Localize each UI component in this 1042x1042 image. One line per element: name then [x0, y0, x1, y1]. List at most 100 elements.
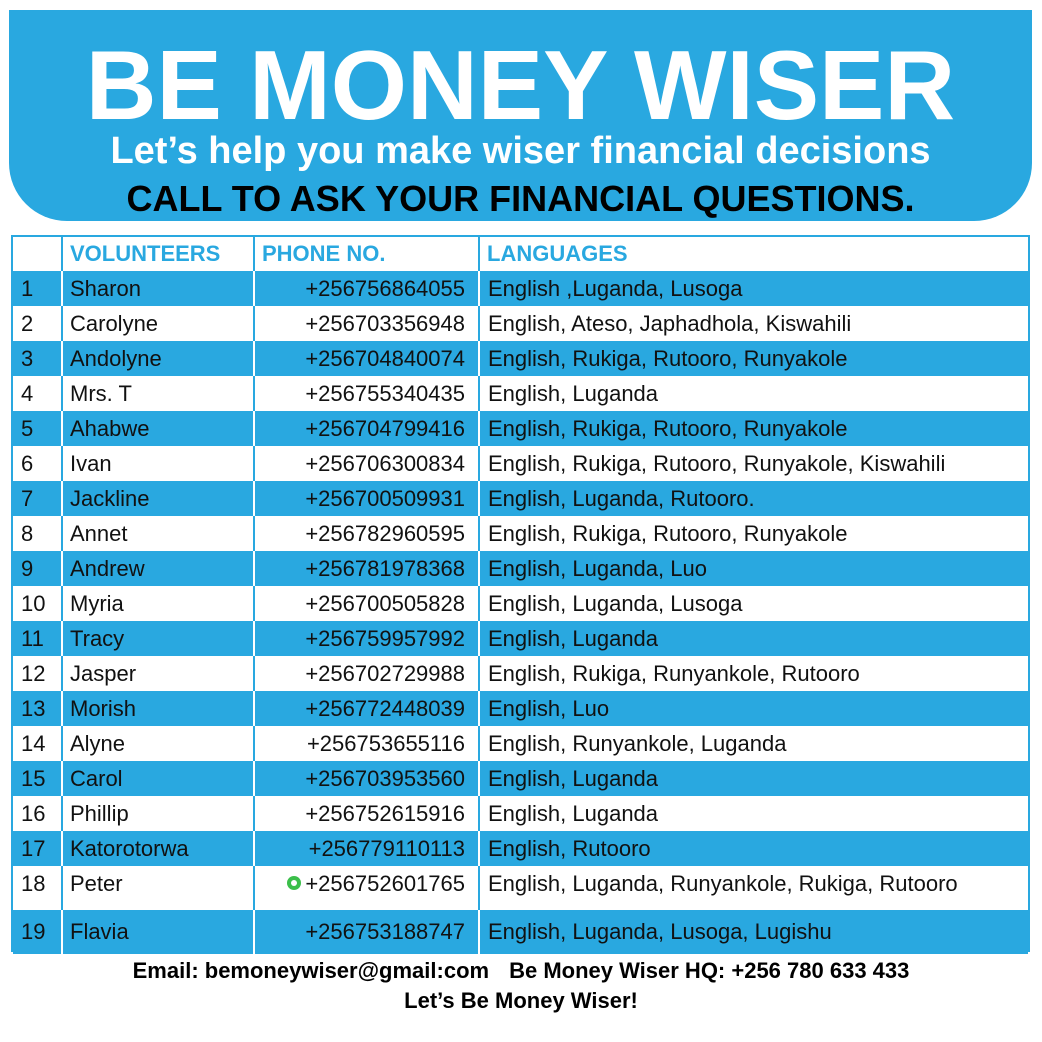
- footer-email[interactable]: Email: bemoneywiser@gmail:com: [133, 958, 489, 983]
- languages-cell: English, Luganda, Rutooro.: [479, 481, 1028, 516]
- phone-number[interactable]: +256702729988: [254, 656, 480, 691]
- table-row: 1 Sharon +256756864055 English ,Luganda, Lu…: [13, 271, 1028, 306]
- phone-number-text: +256706300834: [305, 450, 465, 476]
- volunteer-name-text: Carol: [70, 765, 123, 791]
- table-row: 5 Ahabwe +256704799416 English, Rukiga, Rut…: [13, 411, 1028, 446]
- table-row: 6 Ivan +256706300834 English, Rukiga, Rutoo…: [13, 446, 1028, 481]
- languages-cell: English, Luganda, Lusoga: [479, 586, 1028, 621]
- languages-cell-text: English, Rukiga, Rutooro, Runyakole: [488, 345, 848, 371]
- table-row: 16 Phillip +256752615916 English, Luganda: [13, 796, 1028, 831]
- volunteer-name-text: Andrew: [70, 555, 145, 581]
- languages-cell-text: English, Luganda, Lusoga, Lugishu: [488, 919, 832, 944]
- languages-cell: English, Rukiga, Rutooro, Runyakole: [479, 411, 1028, 446]
- phone-number[interactable]: +256781978368: [254, 551, 480, 586]
- phone-number[interactable]: +256759957992: [254, 621, 480, 656]
- volunteers-table: VOLUNTEERS PHONE NO. LANGUAGES 1 Sharon +2…: [13, 237, 1028, 954]
- phone-number-text: +256753188747: [305, 919, 465, 944]
- table-row: 12 Jasper +256702729988 English, Rukiga, Ru…: [13, 656, 1028, 691]
- languages-cell-text: English, Ateso, Japhadhola, Kiswahili: [488, 310, 852, 336]
- volunteer-name: Morish: [62, 691, 255, 726]
- phone-number[interactable]: +256753655116: [254, 726, 480, 761]
- phone-number-text: +256781978368: [305, 555, 465, 581]
- volunteer-name: Alyne: [62, 726, 255, 761]
- header-languages: LANGUAGES: [479, 237, 1028, 271]
- volunteer-name-text: Andolyne: [70, 345, 162, 371]
- table-row: 7 Jackline +256700509931 English, Luganda, …: [13, 481, 1028, 516]
- languages-cell-text: English, Rukiga, Rutooro, Runyakole, Kis…: [488, 450, 946, 476]
- phone-number[interactable]: +256782960595: [254, 516, 480, 551]
- table-row: 3 Andolyne +256704840074 English, Rukiga, R…: [13, 341, 1028, 376]
- header-banner: BE MONEY WISER Let’s help you make wiser…: [9, 10, 1032, 221]
- row-number-text: 7: [21, 485, 34, 511]
- row-number: 11: [13, 621, 63, 656]
- phone-number[interactable]: +256703356948: [254, 306, 480, 341]
- phone-number[interactable]: +256753188747: [254, 910, 480, 954]
- volunteer-name-text: Flavia: [70, 919, 129, 944]
- languages-cell-text: English, Luganda, Luo: [488, 555, 707, 581]
- languages-cell: English, Luganda: [479, 796, 1028, 831]
- footer-hq-phone[interactable]: Be Money Wiser HQ: +256 780 633 433: [509, 958, 909, 983]
- volunteer-name: Ahabwe: [62, 411, 255, 446]
- phone-number[interactable]: +256756864055: [254, 271, 480, 306]
- languages-cell: English, Luganda: [479, 376, 1028, 411]
- languages-cell-text: English, Luganda: [488, 625, 659, 651]
- languages-cell: English ,Luganda, Lusoga: [479, 271, 1028, 306]
- volunteer-name: Andrew: [62, 551, 255, 586]
- languages-cell: English, Luganda, Luo: [479, 551, 1028, 586]
- phone-number[interactable]: +256703953560: [254, 761, 480, 796]
- phone-number[interactable]: +256779110113: [254, 831, 480, 866]
- languages-cell-text: English, Luo: [488, 695, 610, 721]
- phone-number[interactable]: +256704799416: [254, 411, 480, 446]
- volunteers-table-container: VOLUNTEERS PHONE NO. LANGUAGES 1 Sharon +2…: [11, 235, 1030, 954]
- row-number: 8: [13, 516, 63, 551]
- phone-number-text: +256782960595: [305, 520, 465, 546]
- row-number: 6: [13, 446, 63, 481]
- phone-number[interactable]: +256704840074: [254, 341, 480, 376]
- languages-cell: English, Luo: [479, 691, 1028, 726]
- phone-number[interactable]: +256700505828: [254, 586, 480, 621]
- row-number: 3: [13, 341, 63, 376]
- languages-cell: English, Luganda, Lusoga, Lugishu: [479, 910, 1028, 954]
- table-row: 11 Tracy +256759957992 English, Luganda: [13, 621, 1028, 656]
- table-row: 13 Morish +256772448039 English, Luo: [13, 691, 1028, 726]
- volunteer-name-text: Katorotorwa: [70, 835, 189, 861]
- phone-number[interactable]: +256752615916: [254, 796, 480, 831]
- row-number: 4: [13, 376, 63, 411]
- languages-cell-text: English, Rukiga, Rutooro, Runyakole: [488, 520, 848, 546]
- phone-number[interactable]: +256700509931: [254, 481, 480, 516]
- languages-cell-text: English, Luganda: [488, 800, 659, 826]
- table-row: 9 Andrew +256781978368 English, Luganda, Lu…: [13, 551, 1028, 586]
- phone-number[interactable]: +256706300834: [254, 446, 480, 481]
- phone-number[interactable]: +256755340435: [254, 376, 480, 411]
- volunteer-name: Carol: [62, 761, 255, 796]
- header-phone: PHONE NO.: [254, 237, 480, 271]
- table-row: 8 Annet +256782960595 English, Rukiga, Ruto…: [13, 516, 1028, 551]
- phone-number-text: +256752615916: [305, 800, 465, 826]
- table-row: 19 Flavia +256753188747 English, Luganda, L…: [13, 910, 1028, 954]
- languages-cell: English, Runyankole, Luganda: [479, 726, 1028, 761]
- phone-number[interactable]: +256772448039: [254, 691, 480, 726]
- row-number-text: 3: [21, 345, 34, 371]
- row-number-text: 1: [21, 275, 34, 301]
- row-number-text: 5: [21, 415, 34, 441]
- table-row: 10 Myria +256700505828 English, Luganda, Lu…: [13, 586, 1028, 621]
- phone-number[interactable]: +256752601765: [254, 866, 480, 910]
- phone-number-text: +256704840074: [305, 345, 465, 371]
- languages-cell: English, Rutooro: [479, 831, 1028, 866]
- volunteer-name-text: Carolyne: [70, 310, 159, 336]
- table-row: 14 Alyne +256753655116 English, Runyankole,…: [13, 726, 1028, 761]
- volunteer-name: Jackline: [62, 481, 255, 516]
- phone-number-text: +256702729988: [305, 660, 465, 686]
- phone-number-text: +256700505828: [305, 590, 465, 616]
- languages-cell-text: English, Rukiga, Rutooro, Runyakole: [488, 415, 848, 441]
- languages-cell-text: English ,Luganda, Lusoga: [488, 275, 743, 301]
- row-number-text: 9: [21, 555, 34, 581]
- footer-tagline: Let’s Be Money Wiser!: [404, 988, 638, 1013]
- phone-number-text: +256703356948: [305, 310, 465, 336]
- phone-number-text: +256779110113: [308, 835, 465, 861]
- languages-cell-text: English, Luganda: [488, 765, 659, 791]
- call-to-action: CALL TO ASK YOUR FINANCIAL QUESTIONS.: [126, 178, 915, 219]
- row-number-text: 6: [21, 450, 34, 476]
- phone-number-text: +256772448039: [305, 695, 465, 721]
- row-number-text: 12: [21, 660, 46, 686]
